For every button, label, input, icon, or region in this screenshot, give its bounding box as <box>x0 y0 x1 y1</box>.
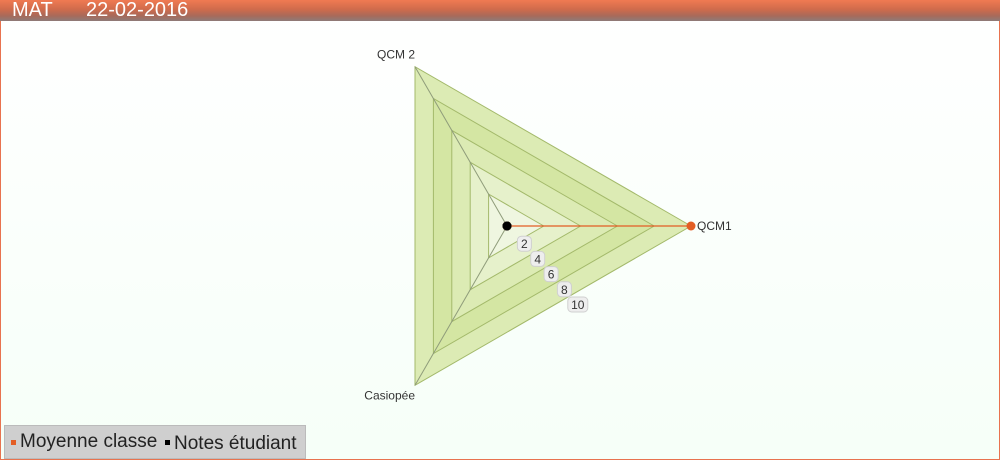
tick-label-10: 10 <box>571 298 585 312</box>
axis-label-2: Casiopée <box>364 388 415 402</box>
tick-label-6: 6 <box>548 268 555 282</box>
legend-label-notes[interactable]: Notes étudiant <box>174 433 297 455</box>
legend-label-moyenne[interactable]: Moyenne classe <box>20 431 157 453</box>
legend-swatch-notes <box>165 440 170 445</box>
radar-chart: QCM1 QCM 2 Casiopée 246810 <box>364 48 732 403</box>
series-point-0-0 <box>686 221 696 231</box>
axis-label-1: QCM 2 <box>377 48 415 62</box>
legend-swatch-moyenne <box>11 440 16 445</box>
tick-label-8: 8 <box>561 283 568 297</box>
series-point-1-2 <box>502 221 512 231</box>
tick-label-2: 2 <box>521 237 528 251</box>
axis-label-0: QCM1 <box>697 219 732 233</box>
legend: Moyenne classe Notes étudiant <box>4 425 306 459</box>
tick-label-4: 4 <box>534 252 541 266</box>
